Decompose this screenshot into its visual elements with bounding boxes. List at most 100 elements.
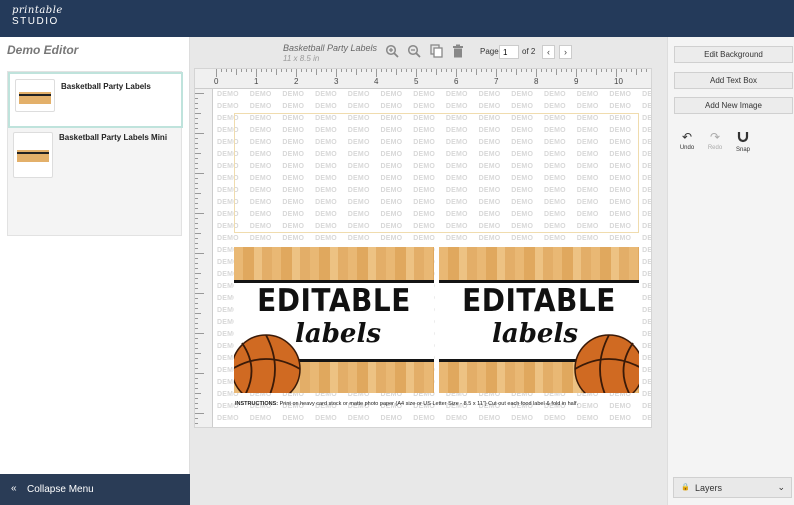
ruler-tick	[195, 368, 198, 369]
zoom-out-icon[interactable]	[406, 44, 422, 60]
ruler-tick	[631, 69, 632, 72]
prev-page-button[interactable]: ‹	[542, 45, 555, 59]
ruler-tick	[195, 418, 198, 419]
ruler-tick	[195, 243, 198, 244]
ruler-tick	[221, 69, 222, 72]
canvas-title: Basketball Party Labels	[283, 43, 378, 53]
ruler-number: 7	[494, 77, 499, 86]
left-sidebar: Demo Editor Basketball Party Labels Bask…	[0, 37, 190, 505]
ruler-number: 9	[574, 77, 579, 86]
collapse-menu-label: Collapse Menu	[27, 484, 94, 495]
label-title-text[interactable]: EDITABLE	[234, 282, 434, 318]
ruler-tick	[546, 69, 547, 72]
ruler-tick	[496, 69, 497, 77]
ruler-tick	[195, 178, 198, 179]
ruler-tick	[195, 323, 198, 324]
ruler-tick	[251, 69, 252, 72]
ruler-tick	[195, 158, 198, 159]
horizontal-ruler: 0 1 2 3 4 5 6 7 8 9 10	[195, 69, 651, 89]
next-page-button[interactable]: ›	[559, 45, 572, 59]
ruler-tick	[356, 69, 357, 75]
ruler-tick	[411, 69, 412, 72]
copy-icon[interactable]	[428, 44, 444, 60]
ruler-tick	[195, 163, 198, 164]
template-item-basketball-party-labels-mini[interactable]: Basketball Party Labels Mini	[8, 130, 183, 186]
ruler-tick	[195, 398, 198, 399]
ruler-tick	[195, 193, 201, 194]
ruler-tick	[286, 69, 287, 72]
add-text-box-button[interactable]: Add Text Box	[674, 72, 793, 89]
ruler-tick	[471, 69, 472, 72]
ruler-tick	[536, 69, 537, 77]
ruler-tick	[195, 298, 198, 299]
ruler-tick	[195, 358, 198, 359]
ruler-tick	[195, 188, 198, 189]
ruler-tick	[351, 69, 352, 72]
ruler-tick	[195, 408, 198, 409]
layers-dropdown[interactable]: 🔒 Layers ⌄	[673, 477, 792, 498]
ruler-tick	[296, 69, 297, 77]
ruler-tick	[571, 69, 572, 72]
label-panel-right[interactable]: EDITABLE labels	[439, 247, 639, 393]
ruler-tick	[291, 69, 292, 72]
ruler-tick	[195, 258, 198, 259]
label-panel-left[interactable]: EDITABLE labels	[234, 247, 434, 393]
ruler-tick	[195, 118, 198, 119]
ruler-number: 5	[414, 77, 419, 86]
trash-icon[interactable]	[450, 44, 466, 60]
template-thumbnail	[15, 79, 55, 112]
basketball-image[interactable]	[234, 329, 306, 393]
zoom-in-icon[interactable]	[384, 44, 400, 60]
ruler-tick	[195, 423, 198, 424]
instructions-text[interactable]: INSTRUCTIONS: Print on heavy card stock …	[235, 401, 635, 407]
label-outline-top[interactable]	[234, 113, 639, 233]
watermark-row: DEMO DEMO DEMO DEMO DEMO DEMO DEMO DEMO …	[217, 91, 652, 98]
ruler-tick	[195, 308, 198, 309]
redo-button[interactable]: ↷ Redo	[704, 131, 726, 151]
magnet-icon	[732, 131, 754, 145]
label-title-text[interactable]: EDITABLE	[439, 282, 639, 318]
collapse-menu-button[interactable]: « Collapse Menu	[0, 474, 190, 505]
edit-background-button[interactable]: Edit Background	[674, 46, 793, 63]
basketball-image[interactable]	[569, 329, 639, 393]
ruler-tick	[195, 268, 198, 269]
ruler-tick	[316, 69, 317, 75]
ruler-tick	[426, 69, 427, 72]
page-label: Page	[480, 47, 499, 56]
ruler-tick	[195, 153, 201, 154]
ruler-tick	[195, 273, 201, 274]
ruler-tick	[195, 108, 198, 109]
undo-button[interactable]: ↶ Undo	[676, 131, 698, 151]
brand-logo[interactable]: printable STUDIO	[12, 6, 63, 27]
ruler-tick	[195, 223, 198, 224]
ruler-tick	[621, 69, 622, 72]
ruler-tick	[461, 69, 462, 72]
ruler-tick	[556, 69, 557, 75]
sidebar-title: Demo Editor	[7, 43, 79, 57]
add-new-image-button[interactable]: Add New Image	[674, 97, 793, 114]
template-item-basketball-party-labels[interactable]: Basketball Party Labels	[8, 72, 183, 128]
ruler-tick	[195, 403, 198, 404]
ruler-tick	[331, 69, 332, 72]
document-canvas[interactable]: 0 1 2 3 4 5 6 7 8 9 10 DEMO DEMO DEMO DEMO DEMO DE…	[194, 68, 652, 428]
page-number-input[interactable]	[499, 45, 519, 59]
ruler-tick	[266, 69, 267, 72]
vertical-ruler	[195, 89, 213, 427]
page-count: of 2	[522, 47, 536, 56]
ruler-tick	[451, 69, 452, 72]
chevron-down-icon: ⌄	[777, 482, 785, 492]
ruler-tick	[195, 148, 198, 149]
ruler-number: 1	[254, 77, 259, 86]
snap-button[interactable]: Snap	[732, 131, 754, 153]
ruler-tick	[561, 69, 562, 72]
ruler-tick	[486, 69, 487, 72]
ruler-tick	[441, 69, 442, 72]
ruler-tick	[306, 69, 307, 72]
ruler-tick	[256, 69, 257, 77]
ruler-tick	[195, 363, 198, 364]
ruler-tick	[195, 333, 204, 334]
ruler-tick	[195, 283, 198, 284]
ruler-tick	[195, 303, 198, 304]
ruler-tick	[195, 388, 198, 389]
ruler-tick	[581, 69, 582, 72]
